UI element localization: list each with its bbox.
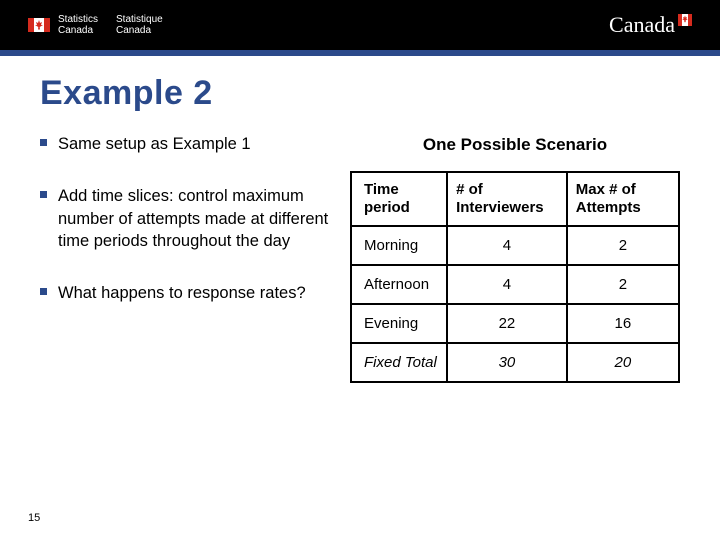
cell-period: Fixed Total bbox=[351, 343, 447, 382]
cell-attempts: 20 bbox=[567, 343, 679, 382]
col-attempts: Max # of Attempts bbox=[567, 172, 679, 226]
table-row: Morning 4 2 bbox=[351, 226, 679, 265]
slide-title: Example 2 bbox=[40, 74, 680, 113]
bullet-list-area: Same setup as Example 1 Add time slices:… bbox=[40, 133, 330, 383]
header-band: Statistics Canada Statistique Canada Can… bbox=[0, 0, 720, 50]
table-row: Evening 22 16 bbox=[351, 304, 679, 343]
cell-attempts: 2 bbox=[567, 226, 679, 265]
cell-period: Morning bbox=[351, 226, 447, 265]
agency-fr-line1: Statistique bbox=[116, 14, 163, 26]
cell-period: Afternoon bbox=[351, 265, 447, 304]
list-item: Same setup as Example 1 bbox=[40, 133, 330, 155]
table-header-row: Time period # of Interviewers Max # of A… bbox=[351, 172, 679, 226]
cell-interviewers: 22 bbox=[447, 304, 567, 343]
agency-signature: Statistics Canada Statistique Canada bbox=[28, 14, 163, 37]
cell-interviewers: 4 bbox=[447, 265, 567, 304]
table-row: Afternoon 4 2 bbox=[351, 265, 679, 304]
agency-text: Statistics Canada Statistique Canada bbox=[58, 14, 163, 37]
table-row-total: Fixed Total 30 20 bbox=[351, 343, 679, 382]
canada-wordmark: Canada bbox=[609, 12, 692, 38]
list-item: What happens to response rates? bbox=[40, 282, 330, 304]
list-item: Add time slices: control maximum number … bbox=[40, 185, 330, 252]
cell-attempts: 2 bbox=[567, 265, 679, 304]
agency-en-line2: Canada bbox=[58, 25, 98, 37]
page-number: 15 bbox=[28, 512, 40, 524]
scenario-heading: One Possible Scenario bbox=[350, 135, 680, 155]
col-time-period: Time period bbox=[351, 172, 447, 226]
agency-fr-line2: Canada bbox=[116, 25, 163, 37]
cell-interviewers: 30 bbox=[447, 343, 567, 382]
slide-content: Example 2 Same setup as Example 1 Add ti… bbox=[0, 56, 720, 383]
scenario-area: One Possible Scenario Time period # of I… bbox=[350, 133, 680, 383]
agency-en-line1: Statistics bbox=[58, 14, 98, 26]
col-interviewers: # of Interviewers bbox=[447, 172, 567, 226]
cell-period: Evening bbox=[351, 304, 447, 343]
cell-attempts: 16 bbox=[567, 304, 679, 343]
wordmark-text: Canada bbox=[609, 12, 675, 38]
scenario-table: Time period # of Interviewers Max # of A… bbox=[350, 171, 680, 383]
wordmark-flag-icon bbox=[678, 6, 692, 32]
canada-flag-icon bbox=[28, 18, 50, 32]
bullet-list: Same setup as Example 1 Add time slices:… bbox=[40, 133, 330, 304]
cell-interviewers: 4 bbox=[447, 226, 567, 265]
